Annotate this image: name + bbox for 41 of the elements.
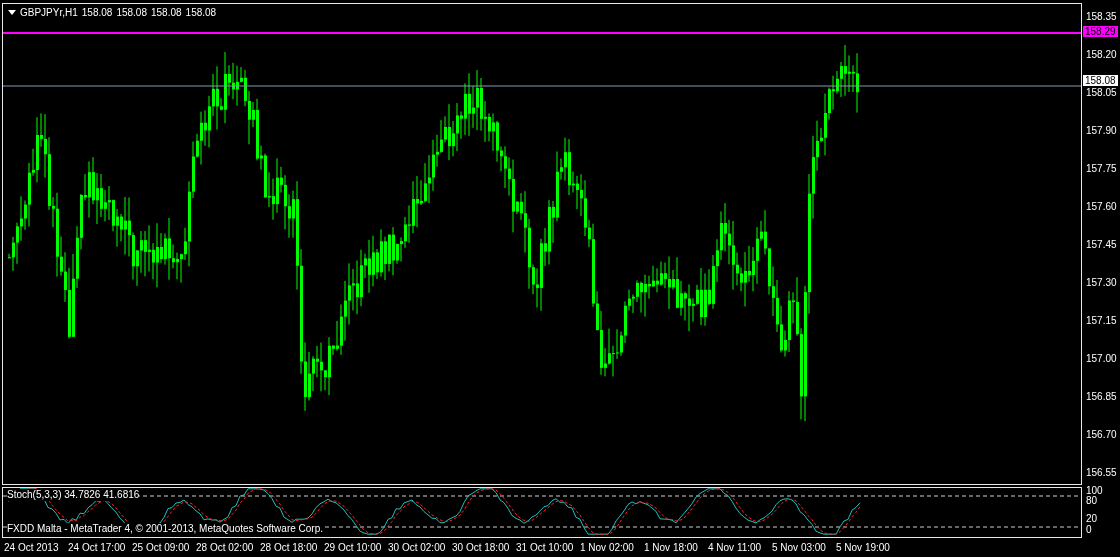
time-tick: 4 Nov 11:00 bbox=[708, 542, 763, 553]
price-tick: 156.70 bbox=[1086, 429, 1117, 440]
price-tick: 156.85 bbox=[1086, 391, 1117, 402]
quote-value: 158.08 bbox=[116, 7, 147, 18]
price-marker: 158.29 bbox=[1083, 26, 1118, 37]
indicator-tick: 80 bbox=[1086, 495, 1098, 506]
time-tick: 1 Nov 18:00 bbox=[644, 542, 699, 553]
indicator-tick: 100 bbox=[1086, 485, 1103, 496]
price-tick: 158.20 bbox=[1086, 49, 1117, 60]
time-tick: 28 Oct 18:00 bbox=[260, 542, 319, 553]
price-marker: 158.08 bbox=[1083, 75, 1118, 86]
time-tick: 5 Nov 03:00 bbox=[772, 542, 827, 553]
time-tick: 1 Nov 02:00 bbox=[580, 542, 635, 553]
time-tick: 31 Oct 10:00 bbox=[516, 542, 575, 553]
time-tick: 30 Oct 18:00 bbox=[452, 542, 511, 553]
time-tick: 30 Oct 02:00 bbox=[388, 542, 447, 553]
quote-value: 158.08 bbox=[185, 7, 217, 18]
time-tick: 24 Oct 2013 bbox=[4, 542, 60, 553]
time-tick: 5 Nov 19:00 bbox=[836, 542, 891, 553]
price-tick: 157.60 bbox=[1086, 201, 1117, 212]
indicator-tick: 0 bbox=[1086, 524, 1092, 535]
indicator-label: Stoch(5,3,3) 34.7826 41.6816 bbox=[7, 489, 140, 501]
indicator-tick: 20 bbox=[1086, 513, 1098, 524]
copyright-text: FXDD Malta - MetaTrader 4, © 2001-2013, MetaQuotes Software Corp. bbox=[7, 523, 324, 535]
quote-value: 158.08 bbox=[151, 7, 182, 18]
price-tick: 157.30 bbox=[1086, 277, 1117, 288]
quote-value: 158.08 bbox=[81, 7, 113, 18]
price-tick: 156.55 bbox=[1086, 467, 1117, 478]
price-tick: 157.00 bbox=[1086, 353, 1117, 364]
price-tick: 157.90 bbox=[1086, 125, 1117, 136]
price-tick: 157.15 bbox=[1086, 315, 1117, 326]
time-tick: 24 Oct 17:00 bbox=[68, 542, 127, 553]
symbol-label: GBPJPYr,H1 bbox=[20, 7, 78, 18]
price-tick: 158.05 bbox=[1086, 87, 1117, 98]
price-tick: 158.35 bbox=[1086, 11, 1117, 22]
time-tick: 29 Oct 10:00 bbox=[324, 542, 383, 553]
price-tick: 157.75 bbox=[1086, 163, 1117, 174]
dropdown-arrow-icon[interactable] bbox=[8, 9, 16, 16]
price-tick: 157.45 bbox=[1086, 239, 1117, 250]
time-tick: 28 Oct 02:00 bbox=[196, 542, 255, 553]
time-tick: 25 Oct 09:00 bbox=[132, 542, 191, 553]
